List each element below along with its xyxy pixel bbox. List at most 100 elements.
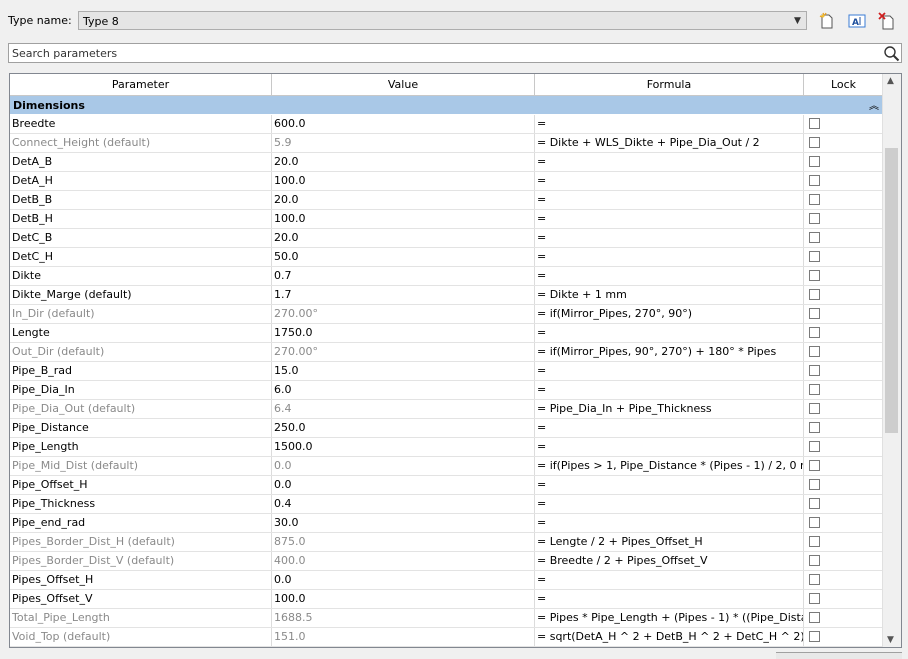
chevron-down-icon[interactable]: ▼ xyxy=(789,12,806,29)
column-header-parameter[interactable]: Parameter xyxy=(10,74,272,95)
table-row[interactable]: Pipe_Thickness 0.4 = xyxy=(10,495,883,514)
parameter-value[interactable]: 875.0 xyxy=(272,533,535,551)
lock-checkbox[interactable] xyxy=(809,289,820,300)
lock-checkbox[interactable] xyxy=(809,384,820,395)
search-input[interactable]: Search parameters xyxy=(12,47,117,60)
parameter-value[interactable]: 20.0 xyxy=(272,229,535,247)
lock-checkbox[interactable] xyxy=(809,517,820,528)
parameter-value[interactable]: 6.4 xyxy=(272,400,535,418)
parameter-formula[interactable]: = xyxy=(535,590,804,608)
parameter-formula[interactable]: = Pipe_Dia_In + Pipe_Thickness xyxy=(535,400,804,418)
table-row[interactable]: Pipe_end_rad 30.0 = xyxy=(10,514,883,533)
lock-checkbox[interactable] xyxy=(809,137,820,148)
parameter-value[interactable]: 0.0 xyxy=(272,457,535,475)
lock-checkbox[interactable] xyxy=(809,213,820,224)
lock-checkbox[interactable] xyxy=(809,365,820,376)
table-row[interactable]: Connect_Height (default) 5.9 = Dikte + WLS… xyxy=(10,134,883,153)
parameter-formula[interactable]: = xyxy=(535,248,804,266)
lock-checkbox[interactable] xyxy=(809,403,820,414)
lock-checkbox[interactable] xyxy=(809,498,820,509)
parameter-formula[interactable]: = xyxy=(535,267,804,285)
table-row[interactable]: Pipe_Offset_H 0.0 = xyxy=(10,476,883,495)
parameter-formula[interactable]: = if(Mirror_Pipes, 90°, 270°) + 180° * P… xyxy=(535,343,804,361)
table-row[interactable]: Total_Pipe_Length 1688.5 = Pipes * Pipe_Le… xyxy=(10,609,883,628)
parameter-value[interactable]: 20.0 xyxy=(272,153,535,171)
table-row[interactable]: In_Dir (default) 270.00° = if(Mirror_Pipes… xyxy=(10,305,883,324)
table-row[interactable]: Void_Top (default) 151.0 = sqrt(DetA_H ^ 2… xyxy=(10,628,883,647)
parameter-formula[interactable]: = Breedte / 2 + Pipes_Offset_V xyxy=(535,552,804,570)
rename-type-icon[interactable]: A xyxy=(848,12,866,30)
parameter-formula[interactable]: = xyxy=(535,381,804,399)
parameter-value[interactable]: 100.0 xyxy=(272,172,535,190)
table-row[interactable]: Pipes_Offset_H 0.0 = xyxy=(10,571,883,590)
column-header-lock[interactable]: Lock xyxy=(804,74,883,95)
parameter-value[interactable]: 270.00° xyxy=(272,343,535,361)
search-parameters-box[interactable]: Search parameters xyxy=(8,43,902,63)
table-row[interactable]: Pipe_Mid_Dist (default) 0.0 = if(Pipes > 1… xyxy=(10,457,883,476)
table-row[interactable]: Lengte 1750.0 = xyxy=(10,324,883,343)
parameter-value[interactable]: 100.0 xyxy=(272,590,535,608)
parameter-value[interactable]: 0.7 xyxy=(272,267,535,285)
parameter-value[interactable]: 1688.5 xyxy=(272,609,535,627)
parameter-value[interactable]: 6.0 xyxy=(272,381,535,399)
table-row[interactable]: Pipes_Offset_V 100.0 = xyxy=(10,590,883,609)
collapse-chevron-icon[interactable]: ︽ xyxy=(869,97,879,112)
parameter-formula[interactable]: = Dikte + WLS_Dikte + Pipe_Dia_Out / 2 xyxy=(535,134,804,152)
table-row[interactable]: DetB_H 100.0 = xyxy=(10,210,883,229)
lock-checkbox[interactable] xyxy=(809,308,820,319)
scroll-down-icon[interactable]: ▼ xyxy=(887,635,894,645)
parameter-value[interactable]: 270.00° xyxy=(272,305,535,323)
parameter-value[interactable]: 0.4 xyxy=(272,495,535,513)
parameter-value[interactable]: 1750.0 xyxy=(272,324,535,342)
column-header-formula[interactable]: Formula xyxy=(535,74,804,95)
parameter-value[interactable]: 15.0 xyxy=(272,362,535,380)
table-row[interactable]: Out_Dir (default) 270.00° = if(Mirror_Pipe… xyxy=(10,343,883,362)
scroll-up-icon[interactable]: ▲ xyxy=(887,76,894,86)
lock-checkbox[interactable] xyxy=(809,156,820,167)
lock-checkbox[interactable] xyxy=(809,441,820,452)
parameter-value[interactable]: 0.0 xyxy=(272,476,535,494)
parameter-formula[interactable]: = xyxy=(535,229,804,247)
table-row[interactable]: Pipe_B_rad 15.0 = xyxy=(10,362,883,381)
search-icon[interactable] xyxy=(883,45,900,62)
column-header-value[interactable]: Value xyxy=(272,74,535,95)
parameter-formula[interactable]: = xyxy=(535,324,804,342)
vertical-scrollbar[interactable]: ▲ ▼ xyxy=(882,74,901,647)
parameter-value[interactable]: 1500.0 xyxy=(272,438,535,456)
table-row[interactable]: WLS80.0= xyxy=(10,647,883,648)
table-row[interactable]: Pipes_Border_Dist_V (default) 400.0 = Bree… xyxy=(10,552,883,571)
new-type-icon[interactable] xyxy=(818,12,836,30)
parameter-formula[interactable]: = Dikte + 1 mm xyxy=(535,286,804,304)
lock-checkbox[interactable] xyxy=(809,175,820,186)
lock-checkbox[interactable] xyxy=(809,479,820,490)
parameter-formula[interactable]: = xyxy=(535,153,804,171)
lock-checkbox[interactable] xyxy=(809,118,820,129)
parameter-value[interactable]: 5.9 xyxy=(272,134,535,152)
lock-checkbox[interactable] xyxy=(809,555,820,566)
parameter-formula[interactable]: = xyxy=(535,191,804,209)
parameter-value[interactable]: 400.0 xyxy=(272,552,535,570)
parameter-value[interactable]: 1.7 xyxy=(272,286,535,304)
parameter-formula[interactable]: = xyxy=(535,210,804,228)
lock-checkbox[interactable] xyxy=(809,460,820,471)
type-name-dropdown[interactable]: Type 8 ▼ xyxy=(78,11,807,30)
lock-checkbox[interactable] xyxy=(809,327,820,338)
parameter-value[interactable]: 50.0 xyxy=(272,248,535,266)
parameter-value[interactable]: 30.0 xyxy=(272,514,535,532)
parameter-formula[interactable]: = xyxy=(535,438,804,456)
parameter-formula[interactable]: = xyxy=(535,362,804,380)
parameter-formula[interactable]: = if(Mirror_Pipes, 270°, 90°) xyxy=(535,305,804,323)
parameter-value[interactable]: 250.0 xyxy=(272,419,535,437)
lock-checkbox[interactable] xyxy=(809,612,820,623)
lock-checkbox[interactable] xyxy=(809,232,820,243)
parameter-formula[interactable]: = sqrt(DetA_H ^ 2 + DetB_H ^ 2 + DetC_H … xyxy=(535,628,804,646)
table-row[interactable]: DetA_H 100.0 = xyxy=(10,172,883,191)
parameter-formula[interactable]: = Lengte / 2 + Pipes_Offset_H xyxy=(535,533,804,551)
lock-checkbox[interactable] xyxy=(809,270,820,281)
parameter-formula[interactable]: = xyxy=(535,647,804,648)
parameter-formula[interactable]: = xyxy=(535,571,804,589)
table-row[interactable]: DetA_B 20.0 = xyxy=(10,153,883,172)
parameter-formula[interactable]: = xyxy=(535,495,804,513)
table-row[interactable]: Pipe_Distance 250.0 = xyxy=(10,419,883,438)
table-row[interactable]: Breedte 600.0 = xyxy=(10,115,883,134)
